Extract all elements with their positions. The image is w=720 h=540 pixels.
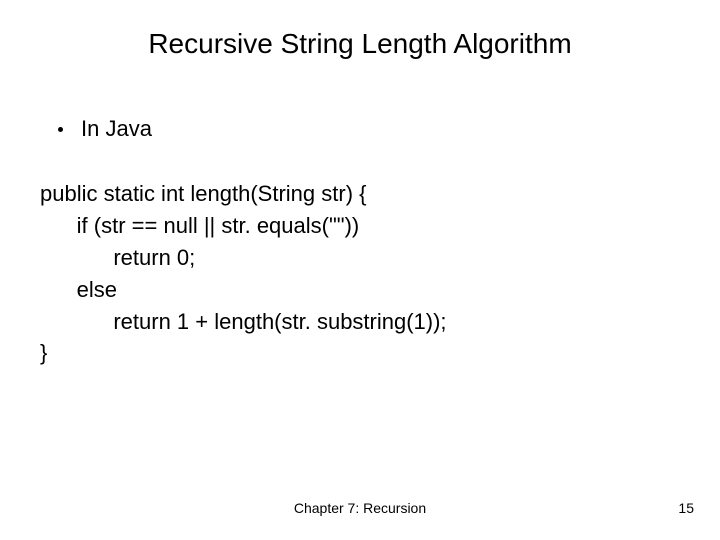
code-line-5: return 1 + length(str. substring(1)); xyxy=(40,309,447,334)
bullet-dot-icon xyxy=(58,127,63,132)
slide-title: Recursive String Length Algorithm xyxy=(0,28,720,60)
code-line-3: return 0; xyxy=(40,245,195,270)
footer-chapter: Chapter 7: Recursion xyxy=(0,500,720,516)
bullet-item: In Java xyxy=(58,116,152,142)
code-line-4: else xyxy=(40,277,117,302)
footer-page-number: 15 xyxy=(678,500,694,516)
bullet-text: In Java xyxy=(81,116,152,142)
code-block: public static int length(String str) { i… xyxy=(40,178,447,369)
code-line-1: public static int length(String str) { xyxy=(40,181,366,206)
slide: Recursive String Length Algorithm In Jav… xyxy=(0,0,720,540)
code-line-2: if (str == null || str. equals("")) xyxy=(40,213,359,238)
code-line-6: } xyxy=(40,340,47,365)
